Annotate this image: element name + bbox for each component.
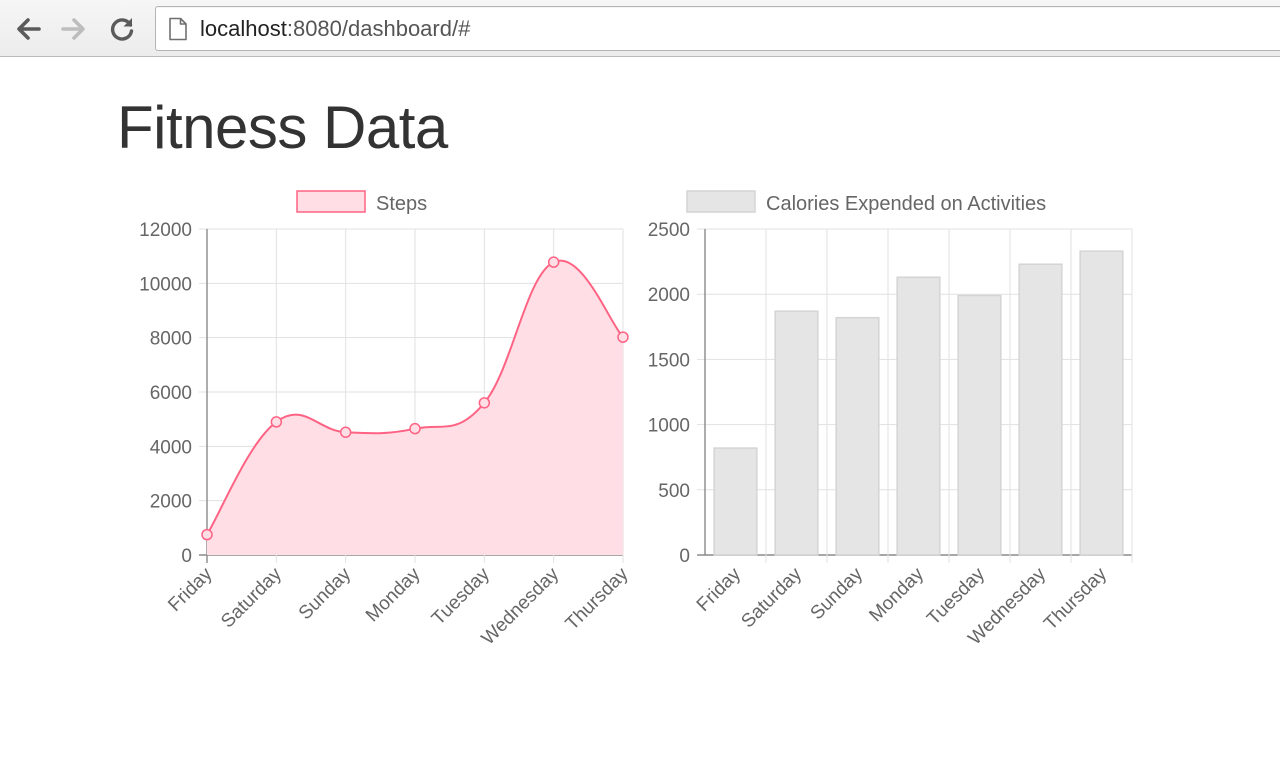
y-tick-label: 2000	[648, 285, 690, 306]
x-tick-label: Sunday	[807, 563, 868, 624]
bar	[713, 447, 758, 556]
bar	[835, 316, 880, 556]
x-tick-label: Friday	[693, 563, 746, 616]
bar	[957, 294, 1002, 556]
y-tick-label: 1000	[648, 416, 690, 437]
calories-chart: Calories Expended on Activities 0 500 1000 1…	[648, 190, 1133, 649]
x-tick-label: Saturday	[737, 563, 806, 632]
y-tick-label: 1500	[648, 350, 690, 371]
x-tick-label: Thursday	[1040, 563, 1111, 634]
bar	[896, 276, 941, 556]
legend: Calories Expended on Activities	[686, 190, 1046, 215]
x-tick-label: Monday	[865, 563, 928, 626]
y-tick-label: 2500	[648, 220, 690, 241]
bar	[1018, 263, 1063, 556]
y-tick-label: 0	[679, 546, 690, 567]
legend-swatch	[686, 190, 756, 213]
legend-label: Calories Expended on Activities	[766, 193, 1046, 215]
y-tick-label: 500	[658, 481, 690, 502]
bar	[1079, 250, 1124, 556]
bar	[774, 310, 819, 556]
